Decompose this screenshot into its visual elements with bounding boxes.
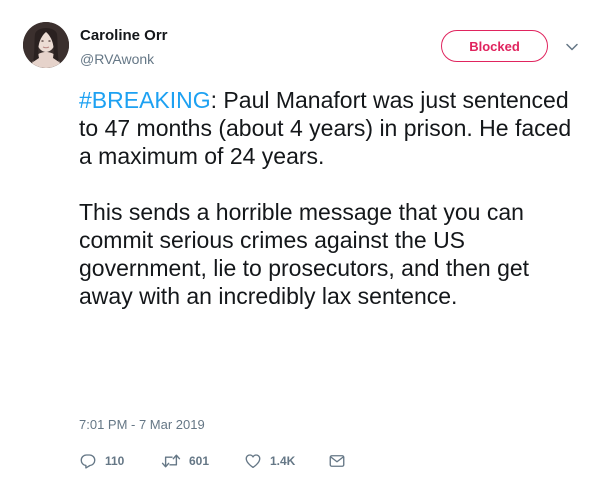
message-icon	[329, 455, 345, 467]
like-icon	[245, 454, 261, 469]
blocked-button[interactable]: Blocked	[441, 30, 548, 62]
tweet-text: #BREAKING: Paul Manafort was just senten…	[79, 86, 584, 310]
retweet-button[interactable]: 601	[161, 452, 244, 470]
like-button[interactable]: 1.4K	[244, 452, 328, 470]
retweet-count: 601	[189, 454, 210, 468]
retweet-icon	[161, 454, 181, 468]
hashtag-link[interactable]: #BREAKING	[79, 87, 211, 113]
author-name[interactable]: Caroline Orr	[80, 27, 168, 45]
tweet-paragraph-2: This sends a horrible message that you c…	[79, 199, 530, 309]
author-handle[interactable]: @RVAwonk	[80, 50, 154, 68]
avatar[interactable]	[23, 22, 69, 68]
like-count: 1.4K	[270, 454, 296, 468]
reply-count: 110	[105, 454, 125, 468]
reply-icon	[80, 454, 96, 469]
tweet-paragraph-1: #BREAKING: Paul Manafort was just senten…	[79, 86, 584, 170]
reply-button[interactable]: 110	[79, 452, 161, 470]
tweet-timestamp[interactable]: 7:01 PM - 7 Mar 2019	[79, 417, 205, 433]
avatar-photo	[23, 22, 69, 68]
tweet-actions: 110 601 1.4K	[79, 451, 346, 471]
more-options-button[interactable]	[563, 38, 581, 56]
chevron-down-icon	[566, 43, 578, 51]
direct-message-button[interactable]	[328, 453, 346, 469]
